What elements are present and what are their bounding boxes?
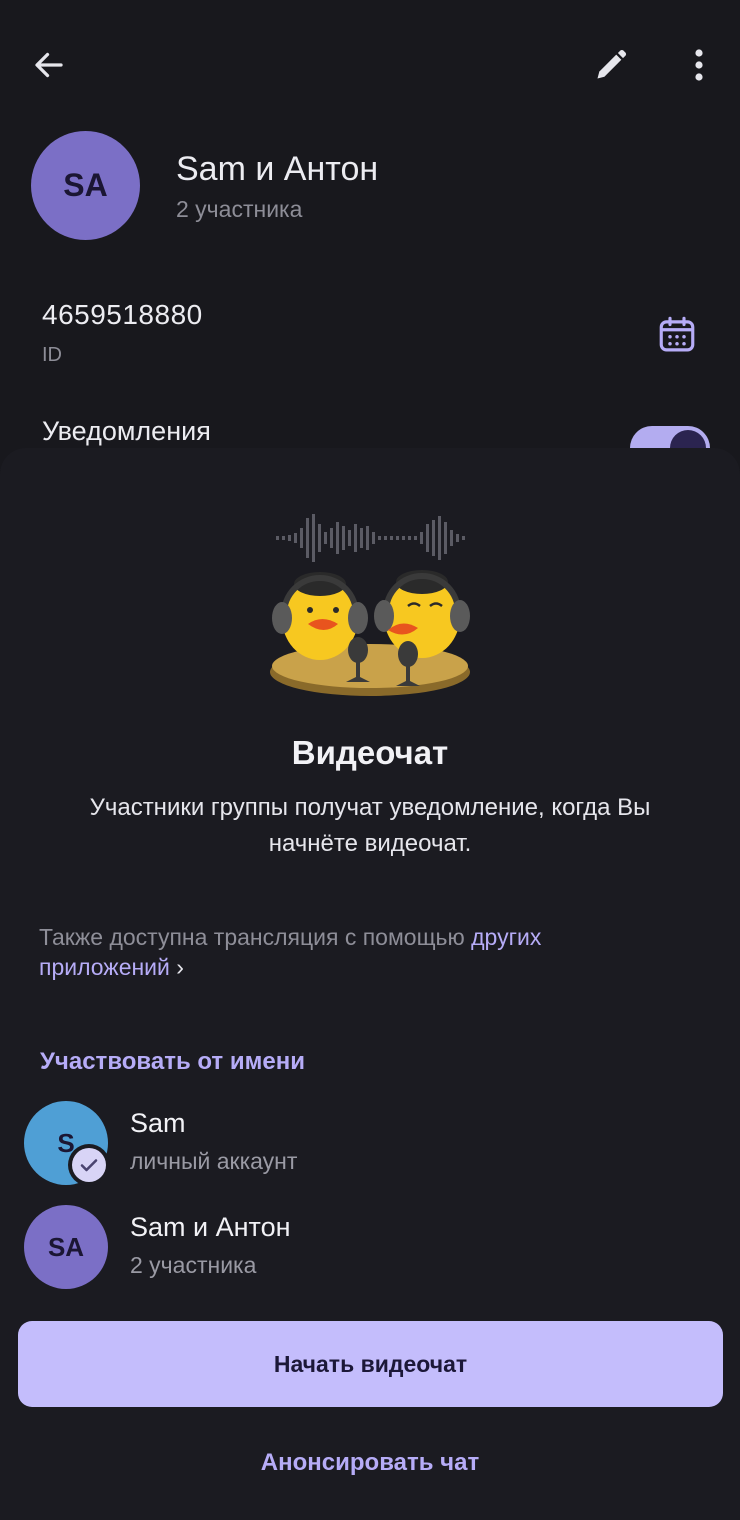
pencil-icon: [597, 49, 627, 79]
checkmark-icon: [80, 1159, 98, 1172]
other-apps-hint-text: Также доступна трансляция с помощью: [39, 924, 472, 950]
group-member-count: 2 участника: [176, 196, 303, 222]
group-name: Sam и Антон: [176, 150, 379, 188]
ducks-podcast-illustration: [270, 514, 470, 696]
more-options-button[interactable]: [672, 38, 726, 92]
group-avatar[interactable]: SA: [31, 131, 140, 240]
video-chat-sheet: Видеочат Участники группы получат уведом…: [0, 448, 740, 1520]
chevron-right-icon: ›: [176, 954, 184, 980]
join-as-header: Участвовать от имени: [40, 1048, 305, 1075]
more-vertical-icon: [695, 49, 703, 81]
account-option-group[interactable]: SA Sam и Антон 2 участника: [0, 1200, 740, 1304]
start-video-chat-button[interactable]: Начать видеочат: [18, 1321, 723, 1407]
chat-id-value[interactable]: 4659518880: [42, 299, 203, 331]
chat-id-label: ID: [42, 344, 62, 366]
account-option-sam[interactable]: S Sam личный аккаунт: [0, 1096, 740, 1200]
schedule-chat-button[interactable]: Анонсировать чат: [170, 1438, 570, 1488]
sheet-title: Видеочат: [291, 734, 449, 771]
account-name: Sam: [130, 1108, 186, 1138]
sheet-description: Участники группы получат уведомление, ко…: [89, 794, 651, 857]
selected-badge: [68, 1144, 110, 1186]
chat-profile-background: SA Sam и Антон 2 участника 4659518880 ID…: [0, 0, 740, 470]
account-name: Sam и Антон: [130, 1212, 291, 1242]
calendar-icon: [659, 316, 695, 352]
notifications-label: Уведомления: [42, 416, 211, 446]
top-app-bar: [0, 0, 740, 128]
arrow-left-icon: [35, 52, 63, 78]
account-subtitle: 2 участника: [130, 1252, 257, 1278]
edit-button[interactable]: [584, 38, 638, 92]
calendar-button[interactable]: [650, 308, 704, 362]
other-apps-hint: Также доступна трансляция с помощью друг…: [39, 922, 659, 982]
account-subtitle: личный аккаунт: [130, 1148, 298, 1174]
avatar: SA: [24, 1205, 108, 1289]
back-button[interactable]: [22, 38, 76, 92]
